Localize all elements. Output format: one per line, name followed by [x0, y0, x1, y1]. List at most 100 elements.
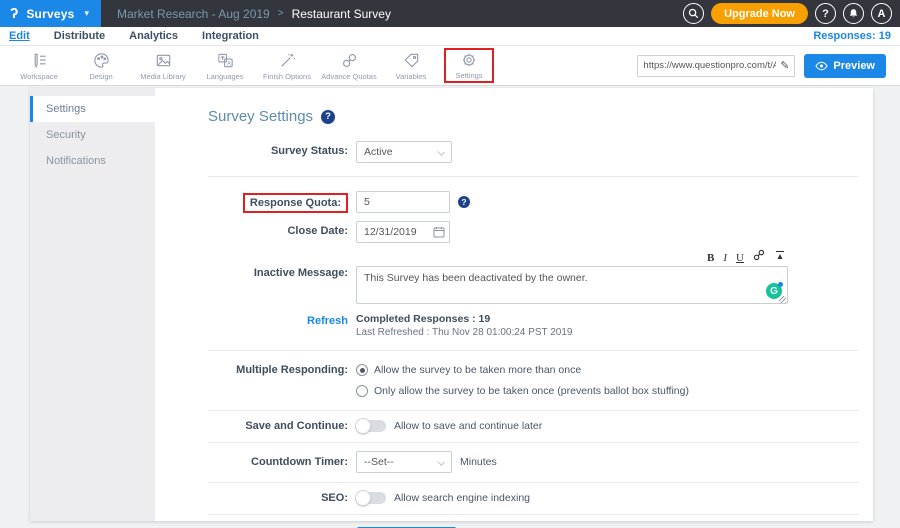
- help-button[interactable]: ?: [815, 3, 836, 24]
- product-name: Surveys: [26, 7, 74, 21]
- toolbar-item-label: Settings: [455, 71, 482, 80]
- sidebar-item-settings[interactable]: Settings: [30, 96, 155, 122]
- breadcrumb-current: Restaurant Survey: [292, 7, 391, 21]
- tag-icon: [402, 51, 421, 70]
- insert-link-button[interactable]: [753, 249, 765, 264]
- nav-tab-analytics[interactable]: Analytics: [129, 30, 178, 42]
- breadcrumb-separator: >: [278, 8, 284, 19]
- preview-button[interactable]: Preview: [804, 54, 886, 78]
- settings-sidebar: Settings Security Notifications: [30, 88, 155, 521]
- edit-toolbar: Workspace Design Media Library A Languag…: [0, 46, 900, 86]
- response-quota-label: Response Quota:: [250, 197, 341, 209]
- chevron-down-icon: ▾: [84, 8, 89, 19]
- survey-status-value: Active: [364, 146, 393, 158]
- refresh-link[interactable]: Refresh: [208, 313, 348, 327]
- refresh-info: Completed Responses : 19 Last Refreshed …: [356, 313, 572, 338]
- toolbar-item-label: Workspace: [20, 72, 57, 81]
- toolbar-item-workspace[interactable]: Workspace: [8, 51, 70, 81]
- countdown-timer-select[interactable]: --Set--: [356, 451, 452, 473]
- search-icon: [688, 8, 699, 19]
- text-format-toolbar: B I U: [356, 249, 788, 266]
- seo-description: Allow search engine indexing: [394, 492, 530, 504]
- breadcrumb: Market Research - Aug 2019 > Restaurant …: [117, 7, 391, 21]
- questionpro-logo-icon: ʔ: [10, 6, 18, 21]
- save-and-continue-description: Allow to save and continue later: [394, 420, 542, 432]
- topbar-actions: Upgrade Now ? A: [683, 3, 892, 24]
- seo-row: SEO: Allow search engine indexing: [208, 483, 859, 514]
- toolbar-item-label: Media Library: [140, 72, 185, 81]
- nav-tab-integration[interactable]: Integration: [202, 30, 259, 42]
- responses-count[interactable]: Responses: 19: [813, 30, 891, 42]
- inactive-message-wrap: This Survey has been deactivated by the …: [356, 266, 788, 309]
- page-background: Settings Security Notifications Survey S…: [0, 86, 900, 528]
- magic-wand-icon: [278, 51, 297, 70]
- calendar-icon[interactable]: [433, 226, 445, 238]
- toolbar-item-settings[interactable]: Settings: [444, 48, 494, 83]
- inactive-message-textarea[interactable]: This Survey has been deactivated by the …: [356, 266, 788, 304]
- toolbar-item-variables[interactable]: Variables: [380, 51, 442, 81]
- toolbar-item-languages[interactable]: A Languages: [194, 51, 256, 81]
- search-button[interactable]: [683, 3, 704, 24]
- toolbar-item-design[interactable]: Design: [70, 51, 132, 81]
- italic-button[interactable]: I: [723, 253, 727, 264]
- clear-formatting-icon: [774, 249, 786, 261]
- toolbar-item-label: Advance Quotas: [321, 72, 376, 81]
- image-icon: [154, 51, 173, 70]
- toolbar-item-advance-quotas[interactable]: Advance Quotas: [318, 51, 380, 81]
- inactive-message-row: Inactive Message: B I U: [208, 247, 859, 309]
- toolbar-item-label: Variables: [396, 72, 427, 81]
- sidebar-item-security[interactable]: Security: [30, 122, 155, 148]
- preview-label: Preview: [833, 60, 875, 72]
- gear-icon: [460, 51, 478, 69]
- palette-icon: [92, 51, 111, 70]
- title-row: Survey Settings ?: [208, 108, 859, 125]
- chevron-down-icon: [437, 458, 445, 466]
- response-quota-input[interactable]: [356, 191, 450, 213]
- notifications-button[interactable]: [843, 3, 864, 24]
- radio-allow-once[interactable]: Only allow the survey to be taken once (…: [356, 385, 689, 397]
- last-refreshed: Last Refreshed : Thu Nov 28 01:00:24 PST…: [356, 327, 572, 338]
- page-title: Survey Settings: [208, 108, 313, 125]
- nav-tab-distribute[interactable]: Distribute: [54, 30, 105, 42]
- annotation-response-quota-highlight: Response Quota:: [243, 193, 348, 213]
- toolbar-item-label: Languages: [206, 72, 243, 81]
- survey-url-input[interactable]: [643, 60, 776, 71]
- response-quota-help-icon[interactable]: ?: [458, 196, 470, 208]
- avatar[interactable]: A: [871, 3, 892, 24]
- underline-button[interactable]: U: [736, 253, 744, 264]
- sidebar-item-notifications[interactable]: Notifications: [30, 148, 155, 174]
- countdown-timer-row: Countdown Timer: --Set-- Minutes: [208, 443, 859, 482]
- surveys-menu[interactable]: ʔ Surveys ▾: [0, 0, 101, 27]
- nav-tab-edit[interactable]: Edit: [9, 30, 30, 42]
- clear-formatting-button[interactable]: [774, 249, 786, 264]
- radio-button-icon: [356, 364, 368, 376]
- completed-responses: Completed Responses : 19: [356, 313, 572, 325]
- upgrade-now-button[interactable]: Upgrade Now: [711, 3, 808, 24]
- radio-label: Allow the survey to be taken more than o…: [374, 364, 581, 376]
- breadcrumb-parent[interactable]: Market Research - Aug 2019: [117, 7, 270, 21]
- seo-toggle[interactable]: [356, 492, 386, 504]
- toolbar-item-media-library[interactable]: Media Library: [132, 51, 194, 81]
- survey-status-select[interactable]: Active: [356, 141, 452, 163]
- close-date-row: Close Date:: [208, 217, 859, 247]
- translate-icon: A: [216, 51, 235, 70]
- save-and-continue-toggle[interactable]: [356, 420, 386, 432]
- multiple-responding-label: Multiple Responding:: [208, 364, 348, 376]
- survey-url-field: ✎: [637, 55, 795, 77]
- refresh-row: Refresh Completed Responses : 19 Last Re…: [208, 309, 859, 350]
- radio-label: Only allow the survey to be taken once (…: [374, 385, 689, 397]
- radio-allow-multiple[interactable]: Allow the survey to be taken more than o…: [356, 364, 581, 376]
- edit-url-icon[interactable]: ✎: [780, 59, 789, 72]
- survey-settings-help-icon[interactable]: ?: [321, 110, 335, 124]
- bell-icon: [848, 8, 859, 19]
- resize-handle[interactable]: [779, 296, 786, 303]
- toolbar-item-finish-options[interactable]: Finish Options: [256, 51, 318, 81]
- survey-status-row: Survey Status: Active: [208, 131, 859, 176]
- bold-button[interactable]: B: [707, 253, 714, 264]
- multiple-responding-row: Multiple Responding: Allow the survey to…: [208, 351, 859, 410]
- chain-links-icon: [340, 51, 359, 70]
- countdown-timer-value: --Set--: [364, 456, 394, 468]
- toggle-knob: [355, 418, 371, 434]
- eye-icon: [815, 61, 828, 71]
- survey-nav: Edit Distribute Analytics Integration Re…: [0, 27, 900, 46]
